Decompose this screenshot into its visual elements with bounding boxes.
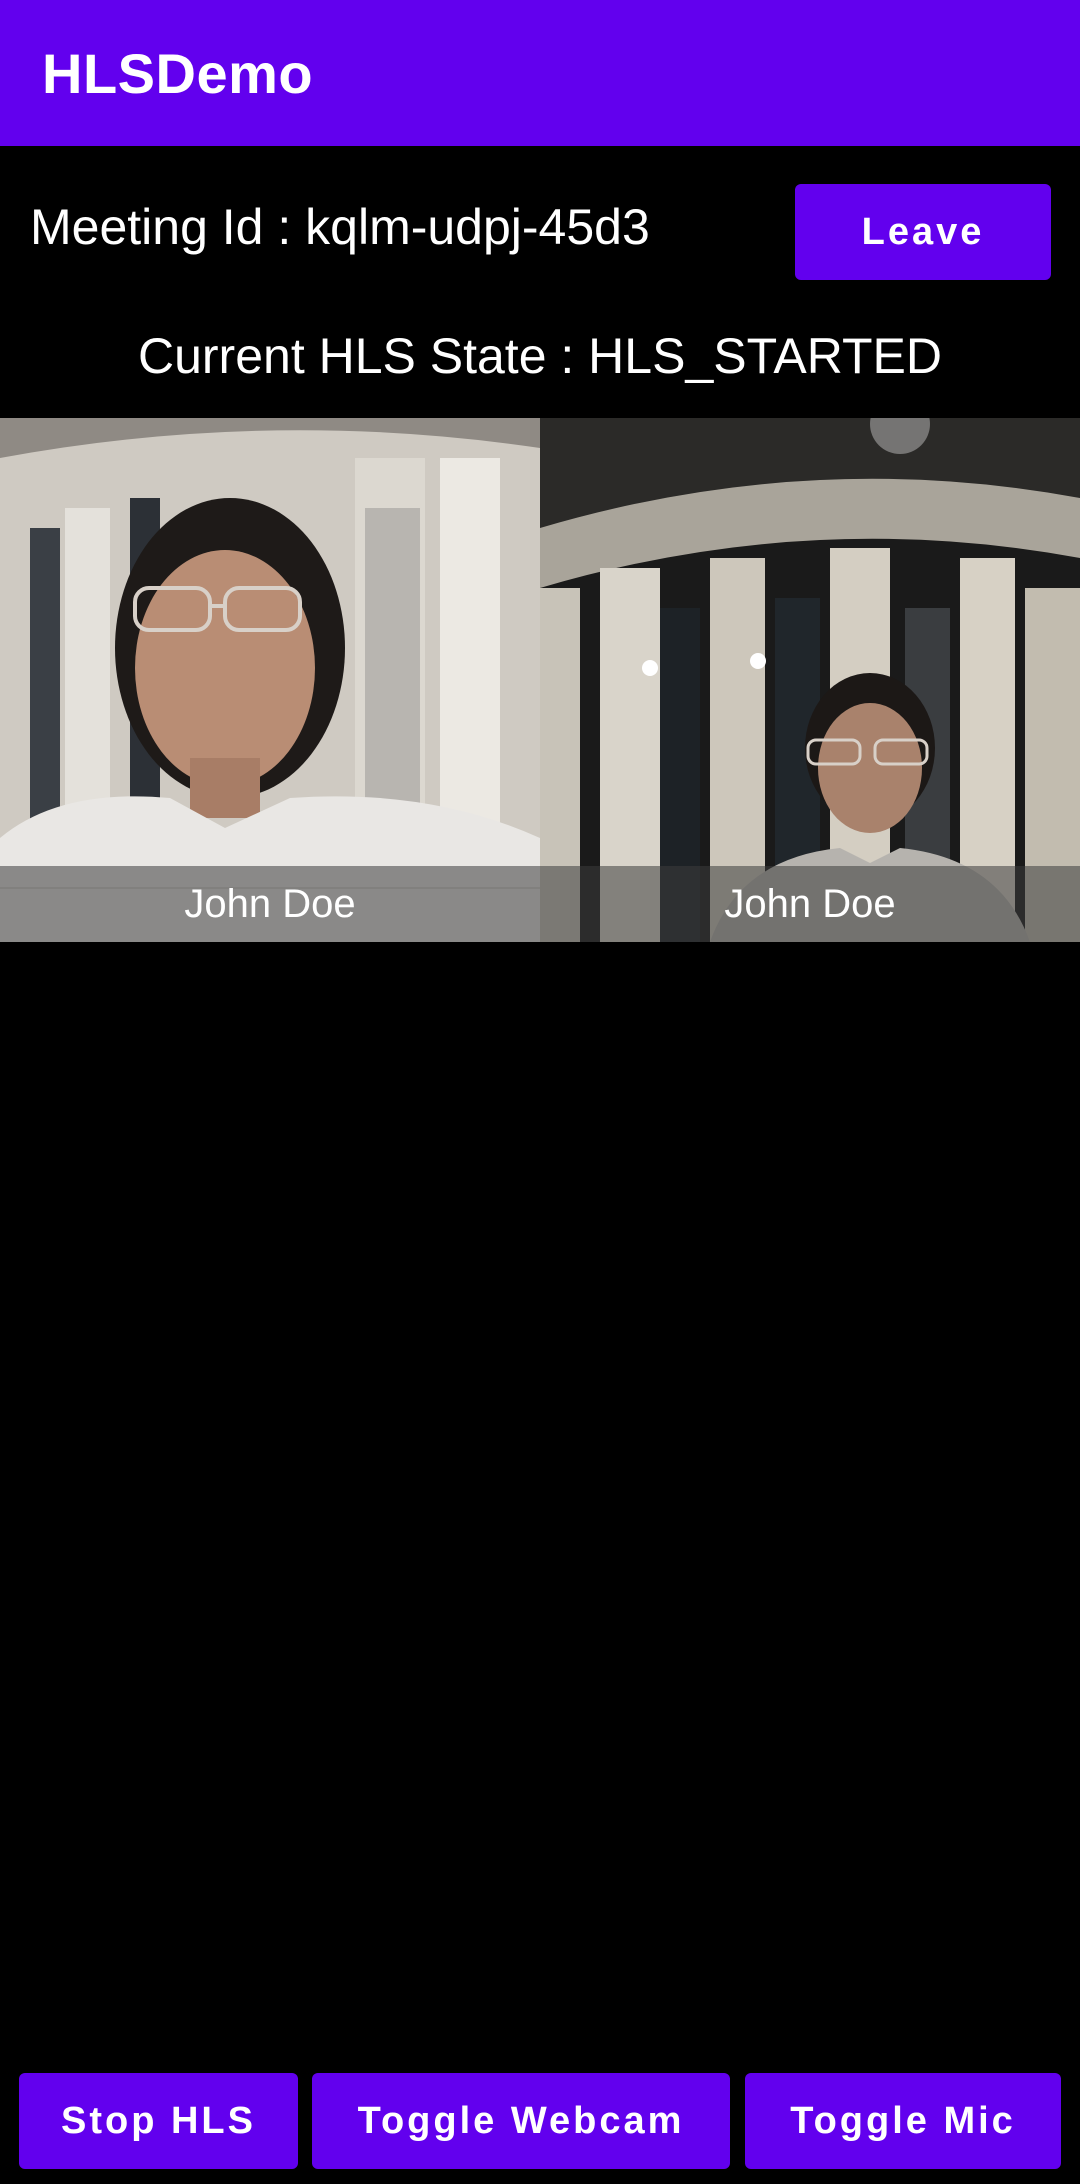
participant-video-tile[interactable]: John Doe <box>0 418 540 942</box>
control-bar: Stop HLS Toggle Webcam Toggle Mic <box>0 2070 1080 2170</box>
participant-name-label: John Doe <box>540 866 1080 942</box>
toggle-webcam-button[interactable]: Toggle Webcam <box>312 2073 730 2169</box>
meeting-header: Meeting Id : kqlm-udpj-45d3 Leave <box>0 146 1080 316</box>
webcam-video-frame <box>540 418 1080 942</box>
meeting-id-label: Meeting Id : kqlm-udpj-45d3 <box>30 199 650 255</box>
participant-video-tile[interactable]: John Doe <box>540 418 1080 942</box>
app-title: HLSDemo <box>42 41 314 105</box>
hls-state-label: Current HLS State : HLS_STARTED <box>137 328 942 384</box>
toggle-mic-button[interactable]: Toggle Mic <box>745 2073 1061 2169</box>
leave-button[interactable]: Leave <box>795 184 1051 280</box>
stop-hls-button[interactable]: Stop HLS <box>19 2073 298 2169</box>
participant-name-label: John Doe <box>0 866 540 942</box>
app-bar: HLSDemo <box>0 0 1080 146</box>
participant-grid: John Doe John Doe <box>0 418 1080 942</box>
webcam-video-frame <box>0 418 540 942</box>
